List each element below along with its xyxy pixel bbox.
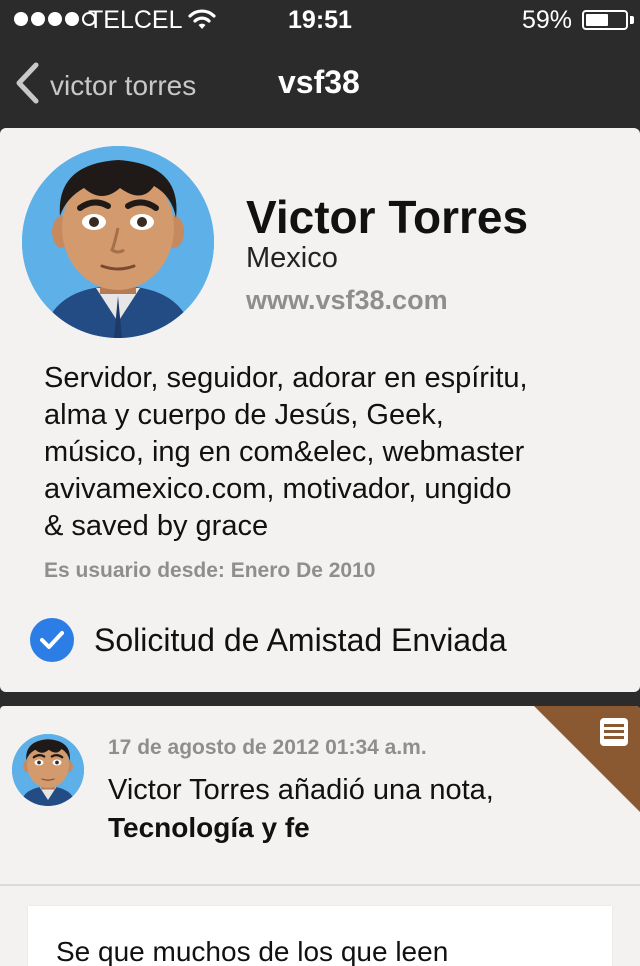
feed-item[interactable]: 17 de agosto de 2012 01:34 a.m. Victor T… [0,706,640,966]
feed-timestamp: 17 de agosto de 2012 01:34 a.m. [108,736,427,759]
bio-line: avivamexico.com, motivador, ungido [44,473,512,505]
back-button[interactable]: victor torres [14,62,196,109]
battery-icon [582,10,628,30]
profile-location: Mexico [246,242,338,274]
checkmark-icon [30,618,74,662]
friend-status-label: Solicitud de Amistad Enviada [94,621,507,658]
note-lines-icon [598,716,630,753]
profile-name: Victor Torres [246,191,529,243]
page-title: vsf38 [278,64,360,100]
note-preview-box[interactable]: Se que muchos de los que leen [28,906,612,966]
back-label: victor torres [50,69,197,101]
friend-request-status-button[interactable]: Solicitud de Amistad Enviada [30,618,507,662]
note-preview-text: Se que muchos de los que leen [56,936,449,966]
avatar[interactable] [22,146,214,338]
profile-card: Victor Torres Mexico www.vsf38.com Servi… [0,128,640,692]
profile-bio: Servidor, seguidor, adorar en espíritu, … [44,360,604,545]
member-since: Es usuario desde: Enero De 2010 [44,559,376,582]
bio-line: & saved by grace [44,510,269,542]
bio-line: músico, ing en com&elec, webmaster [44,436,525,468]
bio-line: Servidor, seguidor, adorar en espíritu, [44,362,528,394]
battery-percent: 59% [521,6,572,34]
note-title-link[interactable]: Tecnología y fe [108,812,310,844]
divider [0,884,640,886]
chevron-left-icon [14,62,40,109]
avatar[interactable] [12,734,84,806]
status-bar: TELCEL 19:51 59% [0,0,640,40]
navigation-bar: victor torres vsf38 [0,40,640,128]
battery-fill [586,14,608,26]
feed-action-text: Victor Torres añadió una nota, [108,774,494,806]
bio-line: alma y cuerpo de Jesús, Geek, [44,399,444,431]
battery-tip [630,16,634,24]
profile-website-link[interactable]: www.vsf38.com [246,285,448,316]
